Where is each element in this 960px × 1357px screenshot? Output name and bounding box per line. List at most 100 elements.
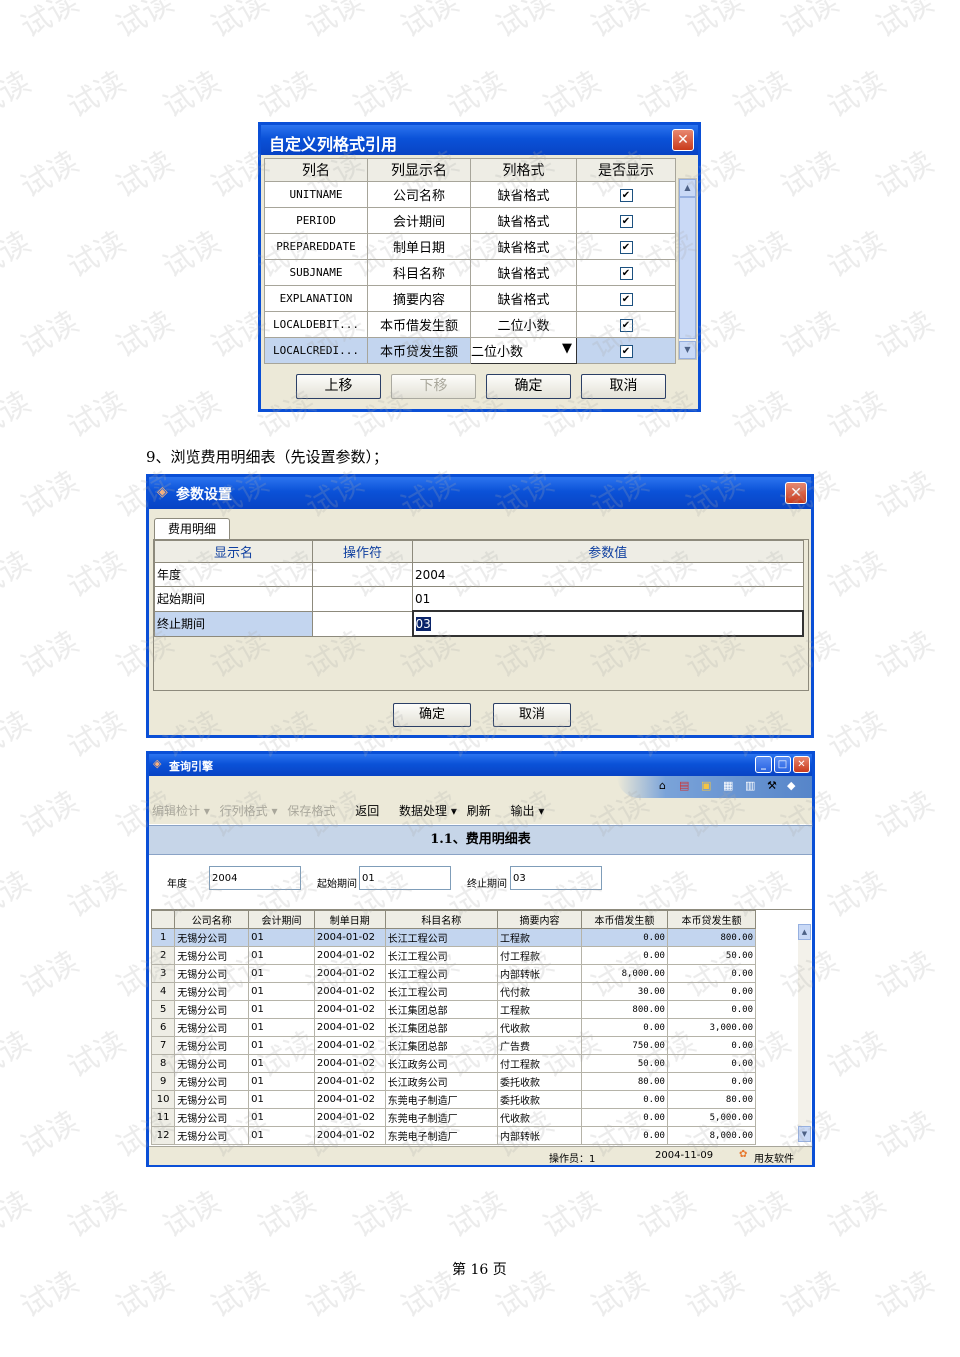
menu-refresh[interactable]: 刷新	[467, 804, 491, 818]
period-cell[interactable]: 01	[248, 1072, 315, 1091]
period-cell[interactable]: 01	[248, 928, 315, 947]
debit-cell[interactable]: 8,000.00	[580, 964, 668, 983]
credit-cell[interactable]: 0.00	[666, 982, 757, 1001]
show-checkbox[interactable]: ✔	[619, 319, 633, 332]
header-colname[interactable]: 列名	[264, 158, 368, 182]
company-cell[interactable]: 无锡分公司	[174, 964, 250, 983]
header-format[interactable]: 列格式	[470, 158, 577, 182]
debit-cell[interactable]: 80.00	[580, 1072, 668, 1091]
table-row[interactable]: 1 无锡分公司 01 2004-01-02 长江工程公司 工程款 0.00 800.00	[150, 928, 757, 947]
show-cell[interactable]: ✔	[576, 233, 676, 260]
period-cell[interactable]: 01	[248, 946, 315, 965]
show-checkbox[interactable]: ✔	[619, 293, 633, 306]
tab-expense-detail[interactable]: 费用明细	[154, 518, 230, 539]
table-row[interactable]: LOCALCREDI... 本币贷发生额 二位小数 ▼ ✔	[264, 337, 676, 364]
subject-cell[interactable]: 东莞电子制造厂	[384, 1090, 498, 1109]
summary-cell[interactable]: 委托收款	[496, 1072, 582, 1091]
debit-cell[interactable]: 50.00	[580, 1054, 668, 1073]
show-checkbox[interactable]: ✔	[619, 267, 633, 280]
column-display-name[interactable]: 本币借发生额	[367, 311, 471, 338]
column-format-value[interactable]: 二位小数	[471, 345, 523, 360]
move-down-button[interactable]: 下移	[391, 374, 476, 399]
table-row[interactable]: PERIOD 会计期间 缺省格式 ✔	[264, 207, 676, 234]
close-button[interactable]: ✕	[785, 482, 807, 504]
subject-cell[interactable]: 长江集团总部	[384, 1000, 498, 1019]
credit-cell[interactable]: 50.00	[666, 946, 757, 965]
row-number[interactable]: 4	[150, 982, 176, 1001]
column-format[interactable]: 缺省格式	[470, 207, 577, 234]
period-cell[interactable]: 01	[248, 1000, 315, 1019]
period-cell[interactable]: 01	[248, 1108, 315, 1127]
header-period[interactable]: 会计期间	[248, 910, 315, 929]
debit-cell[interactable]: 0.00	[580, 1090, 668, 1109]
period-cell[interactable]: 01	[248, 1090, 315, 1109]
export-icon[interactable]: ▥	[745, 779, 755, 792]
subject-cell[interactable]: 长江集团总部	[384, 1036, 498, 1055]
column-display-name[interactable]: 科目名称	[367, 259, 471, 286]
row-number[interactable]: 7	[150, 1036, 176, 1055]
table-row[interactable]: 11 无锡分公司 01 2004-01-02 东莞电子制造厂 代收款 0.00 5,000.0…	[150, 1108, 757, 1127]
minimize-button[interactable]: _	[755, 756, 772, 773]
credit-cell[interactable]: 0.00	[666, 1054, 757, 1073]
period-cell[interactable]: 01	[248, 1036, 315, 1055]
column-display-name[interactable]: 会计期间	[367, 207, 471, 234]
date-cell[interactable]: 2004-01-02	[313, 982, 386, 1001]
credit-cell[interactable]: 0.00	[666, 1000, 757, 1019]
credit-cell[interactable]: 8,000.00	[666, 1126, 757, 1145]
print-icon[interactable]: ▦	[723, 779, 733, 792]
summary-cell[interactable]: 工程款	[496, 1000, 582, 1019]
show-cell[interactable]: ✔	[576, 311, 676, 338]
chart-icon[interactable]: ▤	[679, 779, 689, 792]
debit-cell[interactable]: 0.00	[580, 946, 668, 965]
date-cell[interactable]: 2004-01-02	[313, 1072, 386, 1091]
table-row[interactable]: UNITNAME 公司名称 缺省格式 ✔	[264, 181, 676, 208]
param-value-text[interactable]: 03	[415, 616, 431, 631]
show-cell[interactable]: ✔	[576, 337, 676, 364]
tools-icon[interactable]: ⚒	[767, 779, 777, 792]
credit-cell[interactable]: 0.00	[666, 1036, 757, 1055]
period-cell[interactable]: 01	[248, 1018, 315, 1037]
header-company[interactable]: 公司名称	[174, 910, 250, 929]
row-number[interactable]: 8	[150, 1054, 176, 1073]
row-number[interactable]: 3	[150, 964, 176, 983]
company-cell[interactable]: 无锡分公司	[174, 1018, 250, 1037]
company-cell[interactable]: 无锡分公司	[174, 1000, 250, 1019]
company-cell[interactable]: 无锡分公司	[174, 1090, 250, 1109]
summary-cell[interactable]: 付工程款	[496, 946, 582, 965]
scroll-thumb[interactable]	[679, 197, 696, 339]
subject-cell[interactable]: 长江工程公司	[384, 982, 498, 1001]
end-period-field[interactable]: 03	[510, 866, 602, 890]
start-period-field[interactable]: 01	[359, 866, 451, 890]
param-value-editing[interactable]: 03	[411, 610, 804, 637]
debit-cell[interactable]: 0.00	[580, 928, 668, 947]
folder-icon[interactable]: ▣	[701, 779, 711, 792]
ok-button[interactable]: 确定	[486, 374, 571, 399]
home-icon[interactable]: ⌂	[659, 779, 666, 792]
table-row[interactable]: SUBJNAME 科目名称 缺省格式 ✔	[264, 259, 676, 286]
summary-cell[interactable]: 广告费	[496, 1036, 582, 1055]
param-operator[interactable]	[312, 610, 413, 637]
header-display-name[interactable]: 显示名	[154, 540, 313, 563]
debit-cell[interactable]: 30.00	[580, 982, 668, 1001]
summary-cell[interactable]: 代付款	[496, 982, 582, 1001]
date-cell[interactable]: 2004-01-02	[313, 1018, 386, 1037]
column-format[interactable]: 缺省格式	[470, 285, 577, 312]
param-operator[interactable]	[312, 586, 413, 612]
table-row[interactable]: 3 无锡分公司 01 2004-01-02 长江工程公司 内部转帐 8,000.00 0.00	[150, 964, 757, 983]
cancel-button[interactable]: 取消	[581, 374, 666, 399]
subject-cell[interactable]: 长江政务公司	[384, 1072, 498, 1091]
debit-cell[interactable]: 0.00	[580, 1018, 668, 1037]
summary-cell[interactable]: 工程款	[496, 928, 582, 947]
column-display-name[interactable]: 公司名称	[367, 181, 471, 208]
param-value[interactable]: 01	[412, 586, 804, 612]
date-cell[interactable]: 2004-01-02	[313, 964, 386, 983]
row-number[interactable]: 10	[150, 1090, 176, 1109]
company-cell[interactable]: 无锡分公司	[174, 982, 250, 1001]
menu-edit-check[interactable]: 编辑检计 ▾	[152, 804, 210, 818]
row-number[interactable]: 2	[150, 946, 176, 965]
debit-cell[interactable]: 750.00	[580, 1036, 668, 1055]
year-field[interactable]: 2004	[209, 866, 301, 890]
help-icon[interactable]: ◆	[787, 779, 795, 792]
table-row[interactable]: 9 无锡分公司 01 2004-01-02 长江政务公司 委托收款 80.00 0.00	[150, 1072, 757, 1091]
close-button[interactable]: ✕	[793, 756, 810, 773]
